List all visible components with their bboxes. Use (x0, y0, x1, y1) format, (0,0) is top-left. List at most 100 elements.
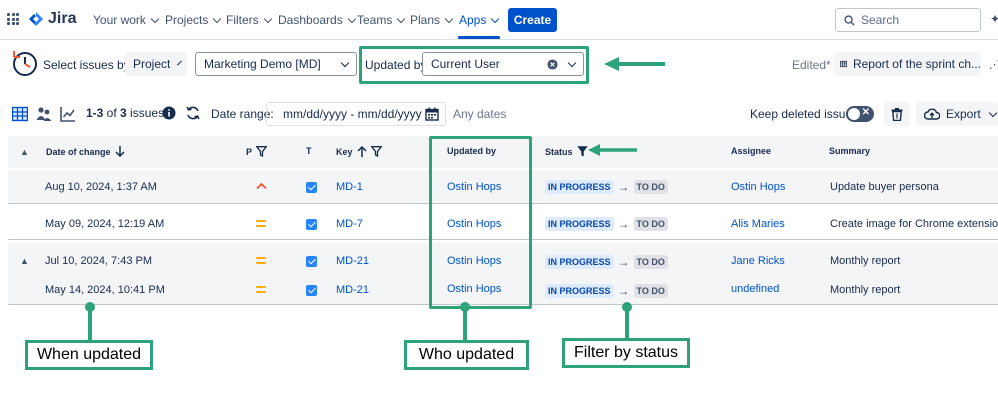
issues-of: of (103, 106, 121, 120)
nav-label: Filters (226, 13, 259, 27)
arrow-right-icon: → (617, 217, 630, 231)
status-from-badge: IN PROGRESS (545, 255, 614, 269)
edited-indicator: Edited* (792, 58, 831, 72)
create-button[interactable]: Create (508, 8, 557, 32)
updated-by-column-highlight (429, 136, 532, 309)
header-label: Status (545, 146, 573, 157)
chart-icon[interactable] (60, 106, 76, 122)
sort-up-icon[interactable] (356, 146, 367, 157)
header-assignee[interactable]: Assignee (731, 146, 771, 156)
nav-label: Projects (165, 13, 209, 27)
cell-date: May 09, 2024, 12:19 AM (45, 218, 165, 230)
select-controls (547, 58, 577, 70)
cell-summary: Update buyer persona (830, 181, 939, 193)
report-selector-button[interactable]: Report of the sprint ch... (833, 52, 981, 76)
annotation-pin-line (88, 308, 92, 342)
issues-range: 1-3 (86, 106, 104, 120)
cell-key[interactable]: MD-7 (336, 218, 363, 230)
date-range-label: Date range: (211, 107, 274, 121)
filter-icon[interactable] (256, 146, 268, 157)
delete-button[interactable] (884, 102, 910, 126)
cell-assignee[interactable]: Ostin Hops (731, 181, 785, 193)
share-icon[interactable]: ⋰ (989, 58, 998, 71)
cell-key[interactable]: MD-21 (336, 255, 369, 267)
jira-logo-icon (29, 12, 43, 26)
issue-type-checkbox-icon (306, 219, 317, 230)
header-type[interactable]: T (306, 146, 312, 156)
cell-date: Jul 10, 2024, 7:43 PM (45, 255, 153, 267)
collapse-row-icon[interactable]: ▲ (20, 256, 29, 266)
priority-high-icon (256, 182, 267, 190)
cell-status-change: IN PROGRESS → TO DO (545, 180, 668, 194)
cloud-upload-icon (924, 108, 940, 120)
calendar-icon[interactable] (425, 107, 439, 121)
nav-projects[interactable]: Projects (165, 13, 222, 27)
refresh-icon[interactable] (185, 105, 201, 121)
chevron-down-icon (444, 14, 454, 23)
project-select[interactable]: Marketing Demo [MD] (195, 52, 357, 76)
status-from-badge: IN PROGRESS (545, 284, 614, 298)
export-label: Export (946, 107, 981, 121)
nav-filters[interactable]: Filters (226, 13, 272, 27)
table-view-icon[interactable] (12, 106, 28, 122)
when-updated-callout: When updated (25, 340, 153, 370)
info-icon[interactable] (162, 106, 176, 120)
header-status[interactable]: Status (545, 146, 588, 157)
sort-down-icon[interactable] (114, 146, 125, 157)
cell-key[interactable]: MD-1 (336, 181, 363, 193)
trash-icon (891, 107, 903, 121)
search-placeholder: Search (861, 13, 900, 27)
arrow-right-icon: → (617, 284, 630, 298)
nav-plans[interactable]: Plans (410, 13, 454, 27)
date-range-placeholder: mm/dd/yyyy - mm/dd/yyyy (283, 107, 422, 121)
header-priority[interactable]: P (246, 146, 268, 157)
cell-key[interactable]: MD-21 (336, 284, 369, 296)
chevron-down-icon (263, 14, 272, 23)
updated-by-label: Updated by: (365, 58, 430, 72)
cell-assignee[interactable]: Jane Ricks (731, 255, 785, 267)
annotation-arrow-icon (588, 144, 637, 156)
nav-label: Apps (459, 13, 487, 27)
issues-count: 1-3 of 3 issues (86, 106, 164, 120)
export-button[interactable]: Export (916, 102, 998, 126)
table-icon (840, 60, 847, 68)
chevron-down-icon (150, 14, 160, 23)
jira-logo[interactable]: Jira (28, 10, 76, 28)
nav-dashboards[interactable]: Dashboards (278, 13, 356, 27)
nav-teams[interactable]: Teams (357, 13, 406, 27)
nav-label: Your work (93, 13, 146, 27)
nav-your-work[interactable]: Your work (93, 13, 160, 27)
issue-type-checkbox-icon (306, 256, 317, 267)
app-switcher-icon[interactable] (7, 13, 19, 25)
chevron-down-icon (347, 14, 356, 23)
annotation-pin-line (463, 308, 467, 342)
issues-word: issues (126, 106, 165, 120)
toggle-off-icon: ✕ (861, 107, 870, 118)
cell-assignee[interactable]: Alis Maries (731, 218, 785, 230)
status-to-badge: TO DO (633, 255, 668, 269)
people-icon[interactable] (36, 106, 52, 122)
chevron-down-icon (567, 58, 577, 67)
header-key[interactable]: Key (336, 146, 382, 157)
nav-label: Dashboards (278, 13, 343, 27)
date-range-input[interactable]: mm/dd/yyyy - mm/dd/yyyy (266, 102, 446, 126)
header-date-of-change[interactable]: Date of change (46, 146, 125, 157)
updated-by-select[interactable]: Current User (422, 52, 584, 76)
status-to-badge: TO DO (633, 217, 668, 231)
report-label: Report of the sprint ch... (852, 57, 981, 71)
header-summary[interactable]: Summary (829, 146, 870, 156)
collapse-all-icon[interactable]: ▲ (20, 147, 29, 157)
cell-assignee[interactable]: undefined (731, 283, 779, 295)
issue-type-checkbox-icon (306, 285, 317, 296)
cell-status-change: IN PROGRESS → TO DO (545, 284, 668, 298)
notifications-icon[interactable]: ✦ (990, 12, 998, 26)
keep-deleted-toggle[interactable]: ✕ (846, 106, 874, 122)
keep-deleted-label: Keep deleted issues (750, 107, 859, 121)
filter-icon[interactable] (370, 146, 382, 157)
clear-icon[interactable] (547, 58, 558, 70)
cell-summary: Monthly report (830, 255, 901, 267)
nav-apps[interactable]: Apps (459, 13, 500, 27)
filter-active-icon[interactable] (576, 146, 588, 157)
project-dropdown-button[interactable]: Project (125, 52, 187, 76)
search-input[interactable]: Search (835, 8, 981, 32)
